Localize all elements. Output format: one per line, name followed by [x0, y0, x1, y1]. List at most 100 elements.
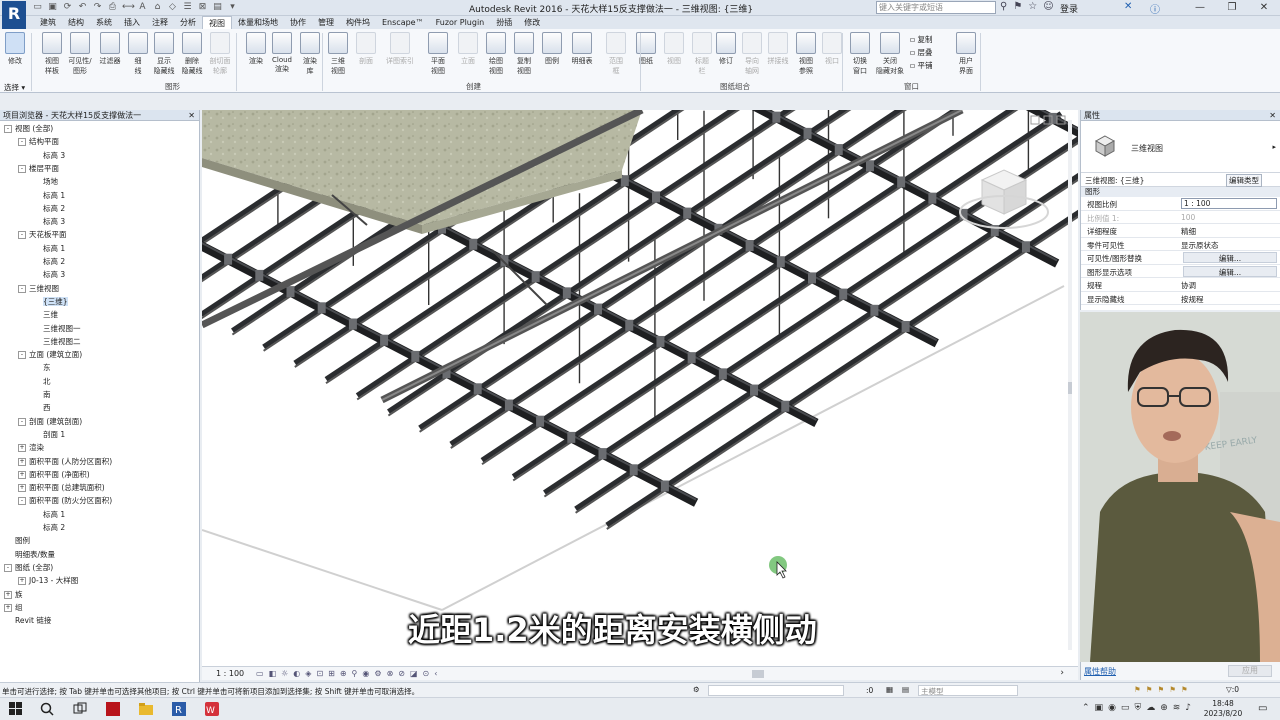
tab-9[interactable]: 管理	[312, 16, 340, 29]
revit-app-button[interactable]: R	[2, 1, 26, 29]
ribbon-tool-25[interactable]: 拼接线	[764, 32, 792, 66]
tab-12[interactable]: Fuzor Plugin	[430, 16, 491, 29]
tree-item[interactable]: 标高 3	[32, 150, 65, 161]
ribbon-tool-7[interactable]: 渲染	[242, 32, 270, 66]
tray-chevron-icon[interactable]: ⌃	[1082, 703, 1090, 713]
show-crop-icon[interactable]: ⊞	[328, 669, 335, 678]
property-row[interactable]: 零件可见性 显示原状态	[1081, 238, 1280, 251]
tree-item[interactable]: 标高 1	[32, 243, 65, 254]
collapse-icon[interactable]: -	[18, 138, 26, 147]
print-icon[interactable]: ⎙	[107, 2, 118, 13]
thin-lines-icon[interactable]: ☰	[182, 2, 193, 13]
expand-icon[interactable]: +	[4, 590, 12, 599]
tree-item[interactable]: - 视图 (全部)	[4, 123, 53, 134]
3d-viewport[interactable]: 近距1.2米的距离安装横侧动	[202, 110, 1078, 666]
edit-type-button[interactable]: 编辑类型	[1226, 174, 1262, 187]
apply-button[interactable]: 应用	[1228, 665, 1272, 677]
close-hidden-icon[interactable]: ⊠	[197, 2, 208, 13]
ribbon-tool-21[interactable]: 视图	[660, 32, 688, 66]
tray-volume-icon[interactable]: ♪	[1185, 703, 1191, 713]
collapse-icon[interactable]: -	[18, 164, 26, 173]
tree-item[interactable]: 南	[32, 389, 51, 400]
tree-item[interactable]: 三维视图二	[32, 336, 81, 347]
collapse-icon[interactable]: -	[4, 125, 12, 133]
help-icon[interactable]: ⓘ	[1150, 1, 1160, 16]
ribbon-tool-19[interactable]: 范围 框	[602, 32, 630, 76]
tray-app-icon[interactable]: ▣	[1095, 703, 1104, 713]
tree-item[interactable]: - 剖面 (建筑剖面)	[18, 416, 82, 427]
property-row[interactable]: 规程 协调	[1081, 278, 1280, 292]
tab-0[interactable]: 建筑	[34, 16, 62, 29]
restore-button[interactable]: ❐	[1216, 0, 1248, 15]
ribbon-tool-10[interactable]: 三维 视图	[324, 32, 352, 76]
category-graphics[interactable]: 图形	[1081, 187, 1280, 197]
tab-2[interactable]: 系统	[90, 16, 118, 29]
ribbon-tool-28[interactable]: 切换 窗口	[846, 32, 874, 76]
property-row[interactable]: 可见性/图形替换 编辑...	[1081, 251, 1280, 265]
more-icon[interactable]: ‹	[434, 669, 437, 678]
tab-3[interactable]: 插入	[118, 16, 146, 29]
ribbon-tool-30[interactable]: 用户 界面	[952, 32, 980, 76]
ribbon-tool-26[interactable]: 视图 参照	[792, 32, 820, 76]
tree-item[interactable]: 东	[32, 362, 51, 373]
tree-item[interactable]: 标高 2	[32, 522, 65, 533]
tray-record-icon[interactable]: ◉	[1108, 703, 1116, 713]
collapse-icon[interactable]: -	[18, 497, 26, 506]
filter-count[interactable]: ▽:0	[1226, 685, 1239, 694]
expand-icon[interactable]: +	[18, 444, 26, 453]
temp-hide-icon[interactable]: ⚲	[352, 669, 358, 678]
3d-view-icon[interactable]: ⌂	[152, 2, 163, 13]
ribbon-tool-8[interactable]: Cloud 渲染	[268, 32, 296, 74]
tree-item[interactable]: + 面积平面 (总建筑面积)	[18, 482, 105, 493]
modify-button[interactable]: 修改	[3, 32, 27, 66]
expand-icon[interactable]: +	[18, 484, 26, 493]
instance-filter[interactable]: 三维视图: {三维} 编辑类型	[1081, 173, 1280, 187]
ribbon-tool-14[interactable]: 立面	[454, 32, 482, 66]
collapse-icon[interactable]: -	[18, 351, 26, 360]
highlight-icon[interactable]: ◪	[410, 669, 418, 678]
ribbon-tool-24[interactable]: 导向 轴网	[738, 32, 766, 76]
property-value[interactable]: 精细	[1181, 226, 1196, 237]
property-value[interactable]: 显示原状态	[1181, 240, 1219, 251]
ribbon-tool-17[interactable]: 图例	[538, 32, 566, 66]
revit-taskbar-icon[interactable]: R	[172, 702, 186, 716]
property-row[interactable]: 详细程度 精细	[1081, 224, 1280, 238]
tree-item[interactable]: + 面积平面 (人防分区面积)	[18, 456, 112, 467]
tree-item[interactable]: 三维	[32, 309, 58, 320]
collapse-icon[interactable]: -	[18, 231, 26, 240]
ceiling-framing-model[interactable]	[202, 110, 1078, 666]
collapse-icon[interactable]: -	[4, 563, 12, 572]
tree-item[interactable]: - 立面 (建筑立面)	[18, 349, 82, 360]
type-selector[interactable]: 三维视图 ▸	[1081, 121, 1280, 173]
tree-item[interactable]: 西	[32, 402, 51, 413]
tree-item[interactable]: - 天花板平面	[18, 229, 67, 240]
login-link[interactable]: 登录	[1060, 2, 1078, 15]
tree-item[interactable]: - 图纸 (全部)	[4, 562, 53, 573]
property-value[interactable]: 协调	[1181, 280, 1196, 291]
ribbon-tool-12[interactable]: 详图索引	[386, 32, 414, 66]
task-view-icon[interactable]	[73, 702, 87, 716]
detail-level-icon[interactable]: ▭	[256, 669, 264, 678]
ribbon-tool-6[interactable]: 剖切面 轮廓	[206, 32, 234, 76]
shadows-icon[interactable]: ◐	[293, 669, 300, 678]
tree-item[interactable]: + J0-13 - 大样图	[18, 575, 78, 586]
ribbon-tool-5[interactable]: 删除 隐藏线	[178, 32, 206, 76]
tab-7[interactable]: 体量和场地	[232, 16, 284, 29]
analytical-icon[interactable]: ⊗	[387, 669, 394, 678]
tree-item[interactable]: - 面积平面 (防火分区面积)	[18, 495, 112, 506]
sun-path-icon[interactable]: ☼	[281, 669, 288, 678]
tree-item[interactable]: 图例	[4, 535, 30, 546]
tree-item[interactable]: 明细表/数量	[4, 549, 55, 560]
select-pinned-icon[interactable]: ⚑	[1157, 685, 1164, 694]
tab-5[interactable]: 分析	[174, 16, 202, 29]
ribbon-tool-15[interactable]: 绘图 视图	[482, 32, 510, 76]
edit-button[interactable]: 编辑...	[1183, 265, 1277, 277]
taskbar-clock[interactable]: 18:48 2023/8/20	[1200, 699, 1246, 719]
edit-button[interactable]: 编辑...	[1183, 252, 1277, 263]
collapse-icon[interactable]: -	[18, 284, 26, 293]
wps-icon[interactable]: W	[205, 702, 219, 716]
text-icon[interactable]: A	[137, 2, 148, 13]
properties-help-link[interactable]: 属性帮助	[1084, 666, 1116, 677]
ribbon-tool-0[interactable]: 视图 样板	[38, 32, 66, 76]
reveal-constraints-icon[interactable]: ⊙	[423, 669, 430, 678]
